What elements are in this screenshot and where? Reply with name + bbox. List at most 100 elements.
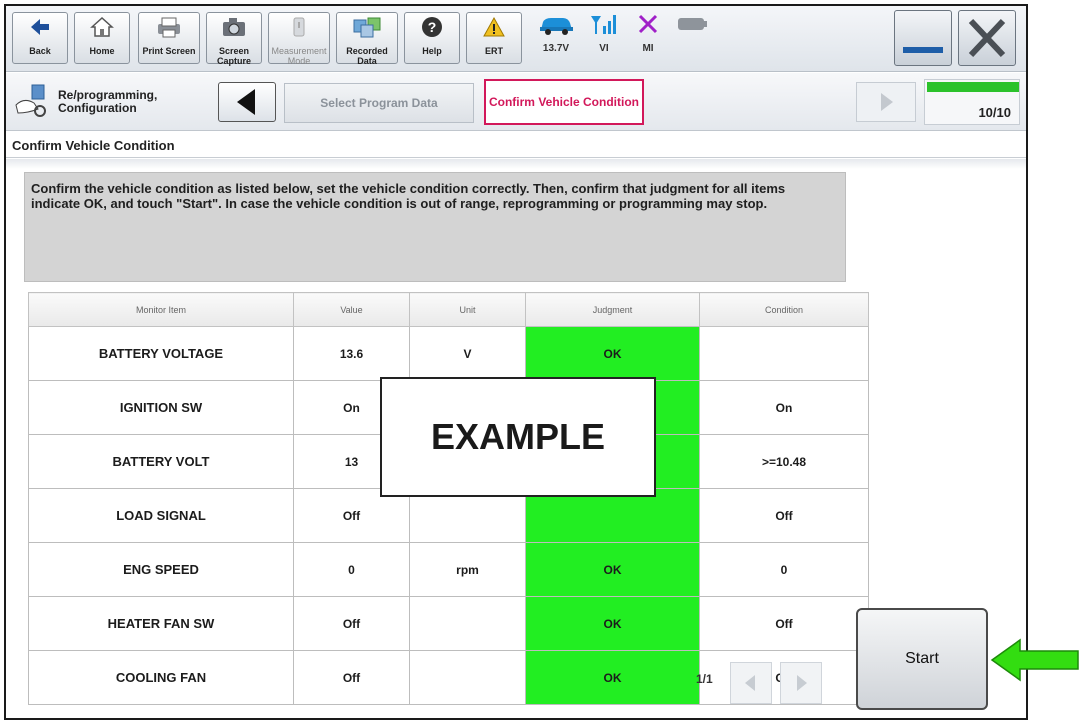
battery-voltage-status: 13.7V (534, 12, 578, 64)
table-row: HEATER FAN SW Off OK Off (28, 596, 869, 651)
print-screen-label: Print Screen (142, 46, 196, 56)
vi-label: VI (599, 43, 609, 54)
step-select-program-data[interactable]: Select Program Data (284, 83, 474, 123)
vi-status: VI (586, 12, 622, 64)
unit-cell (409, 596, 526, 651)
voltage-label: 13.7V (542, 43, 570, 54)
example-overlay: EXAMPLE (380, 377, 656, 497)
battery-icon (678, 18, 707, 30)
unit-cell: V (409, 326, 526, 381)
right-arrow-icon (797, 675, 807, 691)
screen-capture-button[interactable]: Screen Capture (206, 12, 262, 66)
vehicle-icon (540, 18, 573, 35)
judgment-cell: OK (525, 326, 700, 381)
title-shadow (6, 159, 1026, 169)
recorded-data-button[interactable]: Recorded Data (336, 12, 398, 66)
header-judgment: Judgment (525, 292, 700, 327)
table-row: BATTERY VOLTAGE 13.6 V OK (28, 326, 869, 381)
unit-cell: rpm (409, 542, 526, 597)
close-icon (968, 18, 1006, 58)
value-cell: Off (293, 650, 410, 705)
measurement-mode-button[interactable]: Measurement Mode (268, 12, 330, 66)
monitor-item-cell: LOAD SIGNAL (28, 488, 294, 543)
value-cell: 13.6 (293, 326, 410, 381)
monitor-item-cell: IGNITION SW (28, 380, 294, 435)
header-unit: Unit (409, 292, 526, 327)
progress-bar (927, 82, 1019, 92)
svg-text:?: ? (428, 19, 437, 35)
page-next-button[interactable] (780, 662, 822, 704)
header-value: Value (293, 292, 410, 327)
printer-icon (139, 16, 199, 46)
page-counter: 10/10 (978, 105, 1011, 120)
value-cell: Off (293, 596, 410, 651)
mi-label: MI (642, 43, 654, 54)
help-button[interactable]: ? Help (404, 12, 460, 64)
step-confirm-vehicle-condition: Confirm Vehicle Condition (484, 79, 644, 125)
section-label: Re/programming, Configuration (58, 88, 158, 115)
table-header-row: Monitor Item Value Unit Judgment Conditi… (28, 292, 869, 327)
previous-step-button[interactable] (218, 82, 276, 122)
condition-cell: On (699, 380, 869, 435)
x-mark-icon (638, 14, 658, 34)
header-condition: Condition (699, 292, 869, 327)
monitor-item-cell: ENG SPEED (28, 542, 294, 597)
page-prev-button[interactable] (730, 662, 772, 704)
condition-table: Monitor Item Value Unit Judgment Conditi… (28, 292, 869, 705)
judgment-cell: OK (525, 542, 700, 597)
battery-status (674, 12, 712, 64)
recorded-data-label: Recorded Data (346, 46, 388, 66)
warning-icon (467, 16, 521, 46)
start-button[interactable]: Start (856, 608, 988, 710)
home-button[interactable]: Home (74, 12, 130, 64)
recorded-data-icon (337, 16, 397, 46)
home-icon (75, 16, 129, 46)
back-arrow-icon (13, 16, 67, 46)
pager-text: 1/1 (696, 672, 713, 686)
step-progress: 10/10 (924, 79, 1020, 125)
measurement-mode-label: Measurement Mode (271, 46, 327, 66)
left-arrow-icon (745, 675, 755, 691)
print-screen-button[interactable]: Print Screen (138, 12, 200, 64)
right-arrow-icon (881, 93, 893, 111)
monitor-item-cell: HEATER FAN SW (28, 596, 294, 651)
condition-cell (699, 326, 869, 381)
left-arrow-icon (237, 89, 255, 115)
table-row: ENG SPEED 0 rpm OK 0 (28, 542, 869, 597)
judgment-cell: OK (525, 596, 700, 651)
value-cell: 0 (293, 542, 410, 597)
back-button[interactable]: Back (12, 12, 68, 64)
monitor-item-cell: BATTERY VOLT (28, 434, 294, 489)
monitor-item-cell: BATTERY VOLTAGE (28, 326, 294, 381)
ert-button[interactable]: ERT (466, 12, 522, 64)
condition-cell: Off (699, 488, 869, 543)
page-title: Confirm Vehicle Condition (12, 138, 175, 153)
back-label: Back (29, 46, 51, 56)
screen-capture-label: Screen Capture (216, 46, 251, 66)
minimize-icon (903, 47, 943, 53)
toolbar: Back Home Print Screen Screen Capture Me… (6, 6, 1026, 72)
home-label: Home (89, 46, 115, 56)
unit-cell (409, 650, 526, 705)
minimize-button[interactable] (894, 10, 952, 66)
monitor-item-cell: COOLING FAN (28, 650, 294, 705)
close-button[interactable] (958, 10, 1016, 66)
ert-label: ERT (485, 46, 503, 56)
next-step-button[interactable] (856, 82, 916, 122)
condition-cell: >=10.48 (699, 434, 869, 489)
instruction-panel: Confirm the vehicle condition as listed … (24, 172, 846, 282)
help-label: Help (422, 46, 442, 56)
instruction-text: Confirm the vehicle condition as listed … (31, 181, 786, 211)
mi-status: MI (630, 12, 666, 64)
help-icon: ? (405, 16, 459, 46)
page-title-bar: Confirm Vehicle Condition (6, 132, 1026, 158)
reprogramming-icon (15, 84, 46, 117)
step-navigation: Re/programming, Configuration Select Pro… (6, 73, 1026, 131)
condition-cell: Off (699, 596, 869, 651)
judgment-cell: OK (525, 650, 700, 705)
header-monitor-item: Monitor Item (28, 292, 294, 327)
pointer-arrow-icon (990, 638, 1079, 682)
signal-icon (591, 15, 616, 34)
camera-icon (207, 16, 261, 46)
measurement-icon (269, 16, 329, 46)
